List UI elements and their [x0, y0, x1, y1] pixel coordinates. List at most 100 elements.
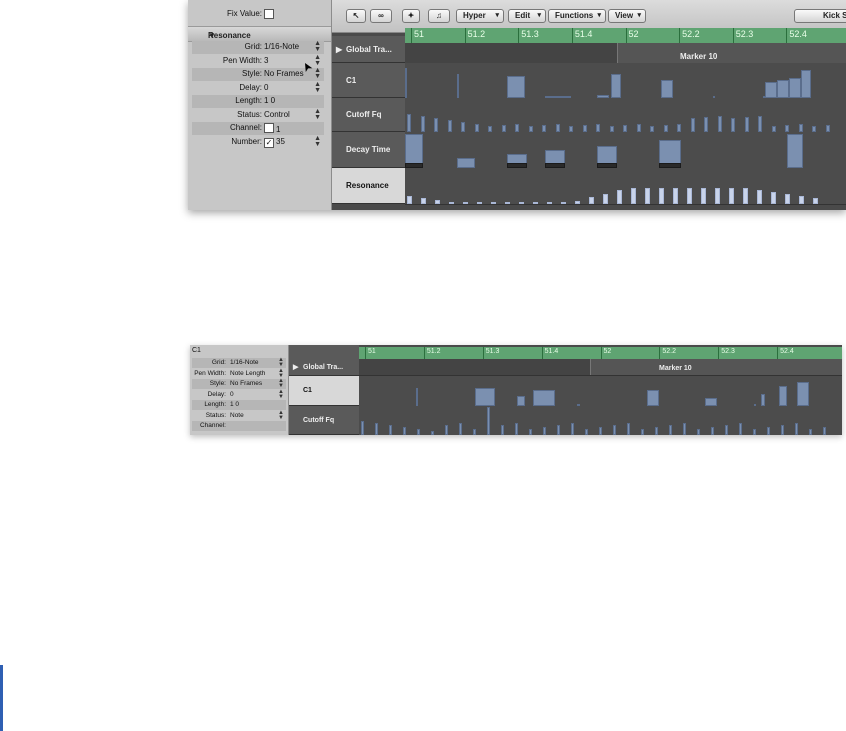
inspector-row[interactable]: Status: Note ▲ ▼ — [192, 410, 286, 421]
event-bar[interactable] — [743, 188, 748, 204]
track-name-2[interactable]: Cutoff Fq — [332, 98, 405, 132]
param-value[interactable]: 1 — [264, 123, 280, 134]
event-bar[interactable] — [785, 194, 790, 204]
stepper-arrows-icon[interactable]: ▲ ▼ — [278, 378, 284, 389]
stepper-arrows-icon[interactable]: ▲ ▼ — [314, 40, 321, 53]
event-bar[interactable] — [687, 188, 692, 204]
event-bar[interactable] — [477, 202, 482, 204]
event-bar[interactable] — [515, 423, 518, 435]
event-bar[interactable] — [825, 125, 830, 132]
event-bar[interactable] — [599, 427, 602, 435]
event-bar[interactable] — [798, 124, 803, 132]
event-bar[interactable] — [491, 202, 496, 204]
bar-ruler[interactable]: 51 51.2 51.3 51.4 52 52.2 52.3 52.4 — [359, 347, 842, 359]
stepper-arrows-icon[interactable]: ▲ ▼ — [278, 357, 284, 368]
param-value[interactable]: 1 0 — [264, 96, 275, 105]
event-lane[interactable] — [405, 63, 846, 99]
inspector-row[interactable]: Number: ✓ 35 ▲ ▼ — [192, 135, 324, 149]
event-bar[interactable] — [421, 198, 426, 204]
param-value[interactable]: ✓ 35 — [264, 137, 285, 148]
event-bar[interactable] — [447, 120, 452, 132]
event-bar[interactable] — [767, 427, 770, 435]
event-bar[interactable] — [375, 423, 378, 435]
event-bar[interactable] — [613, 425, 616, 435]
event-bar[interactable] — [744, 117, 749, 132]
event-bar[interactable] — [585, 429, 588, 435]
inspector-row[interactable]: Status: Control ▲ ▼ — [192, 108, 324, 122]
param-value[interactable]: 1/16-Note — [230, 359, 259, 366]
inspector-row[interactable]: Grid: 1/16-Note ▲ ▼ — [192, 40, 324, 54]
marker-track[interactable]: Marker 10 — [405, 43, 846, 64]
event-bar[interactable] — [731, 118, 735, 132]
event-lane[interactable] — [405, 132, 846, 169]
event-bar[interactable] — [655, 427, 658, 435]
event-bar[interactable] — [463, 202, 468, 204]
edit-menu[interactable]: Edit ▾ — [508, 9, 546, 23]
event-bar[interactable] — [701, 188, 706, 204]
track-name-1[interactable]: C1 — [289, 376, 359, 406]
event-bar[interactable] — [729, 188, 734, 204]
inspector-row[interactable]: Length: 1 0 — [192, 95, 324, 108]
event-bar[interactable] — [405, 68, 407, 98]
event-bar[interactable] — [543, 427, 546, 435]
event-bar[interactable] — [645, 188, 650, 204]
param-value[interactable]: 1/16-Note — [264, 42, 299, 51]
event-bar[interactable] — [582, 125, 587, 132]
event-bar[interactable] — [445, 425, 448, 435]
event-bar[interactable] — [547, 202, 552, 204]
fix-value-checkbox[interactable] — [264, 9, 276, 20]
event-bar[interactable] — [765, 82, 777, 98]
event-bar[interactable] — [596, 124, 600, 132]
marker-track[interactable]: Marker 10 — [359, 359, 842, 376]
event-bar[interactable] — [529, 429, 532, 435]
track-name-2[interactable]: Cutoff Fq — [289, 406, 359, 435]
event-bar[interactable] — [473, 429, 476, 435]
event-bar[interactable] — [407, 196, 412, 204]
param-value[interactable]: Note Length — [230, 370, 265, 377]
event-bar[interactable] — [758, 116, 762, 132]
event-bar[interactable] — [787, 134, 803, 168]
track-name-0[interactable]: ▶ Global Tra... — [289, 359, 359, 376]
event-bar[interactable] — [623, 125, 627, 132]
event-bar[interactable] — [641, 429, 644, 435]
event-bar[interactable] — [407, 114, 411, 132]
event-bar[interactable] — [555, 124, 560, 132]
event-bar[interactable] — [389, 425, 392, 435]
event-bar[interactable] — [659, 188, 664, 204]
stepper-arrows-icon[interactable]: ▲ ▼ — [314, 54, 321, 67]
stepper-arrows-icon[interactable]: ▲ ▼ — [314, 81, 321, 94]
resonance-section-header[interactable]: ▼ Resonance — [188, 26, 331, 42]
event-bar[interactable] — [785, 125, 789, 132]
event-lane[interactable] — [405, 168, 846, 205]
event-bar[interactable] — [589, 197, 594, 204]
stepper-arrows-icon[interactable]: ▲ ▼ — [278, 389, 284, 400]
event-bar[interactable] — [611, 74, 621, 98]
event-bar[interactable] — [501, 425, 504, 435]
event-bar[interactable] — [575, 201, 580, 204]
event-bar[interactable] — [561, 202, 566, 204]
checkbox[interactable]: ✓ — [264, 137, 274, 148]
stepper-arrows-icon[interactable]: ▲ ▼ — [278, 410, 284, 421]
param-value[interactable]: Control — [264, 110, 290, 119]
functions-menu[interactable]: Functions ▾ — [548, 9, 606, 23]
event-bar[interactable] — [533, 202, 538, 204]
event-bar[interactable] — [631, 188, 636, 204]
event-bar[interactable] — [789, 78, 801, 98]
disclosure-triangle-icon[interactable]: ▶ — [293, 359, 298, 376]
track-name-1[interactable]: C1 — [332, 63, 405, 98]
inspector-row[interactable]: Delay: 0 ▲ ▼ — [192, 81, 324, 95]
event-bar[interactable] — [704, 117, 708, 132]
catch-button[interactable]: ✦ — [402, 9, 420, 23]
event-bar[interactable] — [683, 423, 686, 435]
event-bar[interactable] — [431, 431, 434, 435]
param-value[interactable]: 0 — [230, 391, 234, 398]
event-bar[interactable] — [474, 124, 479, 132]
inspector-row[interactable]: Grid: 1/16-Note ▲ ▼ — [192, 357, 286, 368]
event-bar[interactable] — [771, 192, 776, 204]
event-bar[interactable] — [517, 396, 525, 406]
event-bar[interactable] — [777, 80, 789, 98]
event-bar[interactable] — [690, 118, 695, 132]
event-bar[interactable] — [799, 196, 804, 204]
event-bar[interactable] — [725, 425, 728, 435]
event-bar[interactable] — [571, 423, 574, 435]
